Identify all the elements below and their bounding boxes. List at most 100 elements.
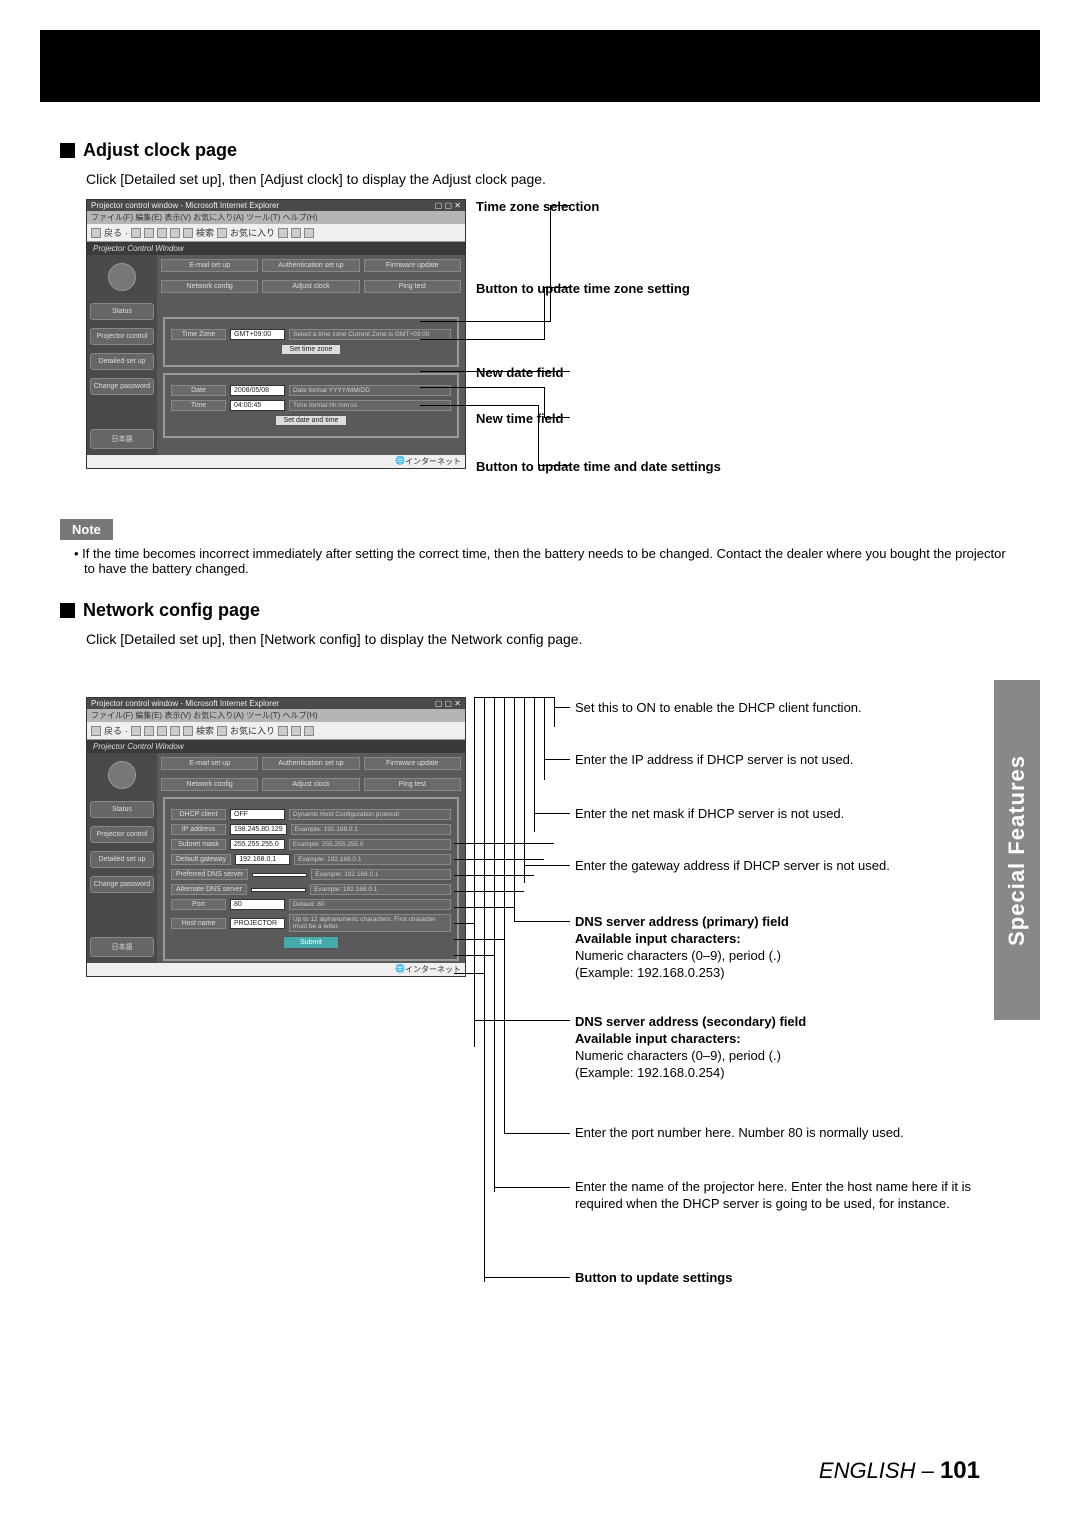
host-input[interactable]: PROJECTOR bbox=[230, 918, 285, 929]
stop-icon[interactable] bbox=[144, 228, 154, 238]
date-input[interactable]: 2008/05/08 bbox=[230, 385, 285, 396]
footer-lang: ENGLISH bbox=[819, 1458, 916, 1483]
dns1-hint: Example: 192.168.0.1 bbox=[311, 869, 451, 880]
tab-email[interactable]: E-mail set up bbox=[161, 259, 258, 272]
tab-clock[interactable]: Adjust clock bbox=[262, 280, 359, 293]
heading-text: Network config page bbox=[83, 600, 260, 621]
sidebar-item-change-password[interactable]: Change password bbox=[90, 876, 154, 893]
callout-ip: Enter the IP address if DHCP server is n… bbox=[575, 752, 995, 769]
menubar[interactable]: ファイル(F) 編集(E) 表示(V) お気に入り(A) ツール(T) ヘルプ(… bbox=[87, 211, 465, 224]
search-icon[interactable] bbox=[183, 228, 193, 238]
mail-icon[interactable] bbox=[291, 726, 301, 736]
leader-line bbox=[554, 707, 570, 708]
leader-line bbox=[504, 697, 505, 1133]
sidebar-item-projector-control[interactable]: Projector control bbox=[90, 826, 154, 843]
home-icon[interactable] bbox=[170, 726, 180, 736]
tab-ping[interactable]: Ping test bbox=[364, 280, 461, 293]
history-icon[interactable] bbox=[278, 228, 288, 238]
search-label: 検索 bbox=[196, 226, 214, 239]
gateway-input[interactable]: 192.168.0.1 bbox=[235, 854, 290, 865]
print-icon[interactable] bbox=[304, 228, 314, 238]
mail-icon[interactable] bbox=[291, 228, 301, 238]
gateway-hint: Example: 192.168.0.1 bbox=[294, 854, 451, 865]
host-hint: Up to 12 alphanumeric characters. First … bbox=[289, 914, 451, 932]
dns1-input[interactable] bbox=[252, 873, 307, 877]
menubar[interactable]: ファイル(F) 編集(E) 表示(V) お気に入り(A) ツール(T) ヘルプ(… bbox=[87, 709, 465, 722]
time-label: Time bbox=[171, 400, 226, 411]
leader-line bbox=[454, 923, 474, 924]
refresh-icon[interactable] bbox=[157, 228, 167, 238]
callout-timezone: Time zone selection bbox=[476, 199, 599, 214]
sidebar-item-projector-control[interactable]: Projector control bbox=[90, 328, 154, 345]
tab-network[interactable]: Network config bbox=[161, 778, 258, 791]
window-title: Projector control window - Microsoft Int… bbox=[91, 201, 279, 210]
stop-icon[interactable] bbox=[144, 726, 154, 736]
dns2-ex: (Example: 192.168.0.254) bbox=[575, 1065, 725, 1080]
sidebar-item-change-password[interactable]: Change password bbox=[90, 378, 154, 395]
dhcp-select[interactable]: OFF bbox=[230, 809, 285, 820]
leader-line bbox=[420, 405, 538, 406]
leader-line bbox=[454, 859, 544, 860]
window-controls-icon[interactable]: ▢ ▢ ✕ bbox=[435, 201, 461, 210]
favorites-icon[interactable] bbox=[217, 726, 227, 736]
back-icon[interactable] bbox=[91, 228, 101, 238]
print-icon[interactable] bbox=[304, 726, 314, 736]
screenshot-area-clock: Projector control window - Microsoft Int… bbox=[60, 199, 1020, 499]
leader-line bbox=[514, 697, 515, 921]
leader-line bbox=[484, 1277, 570, 1278]
forward-icon[interactable] bbox=[131, 726, 141, 736]
back-icon[interactable] bbox=[91, 726, 101, 736]
sidebar-item-status[interactable]: Status bbox=[90, 801, 154, 818]
heading-text: Adjust clock page bbox=[83, 140, 237, 161]
submit-button[interactable]: Submit bbox=[283, 936, 339, 949]
toolbar: 戻る · 検索 お気に入り bbox=[87, 722, 465, 740]
callout-mask: Enter the net mask if DHCP server is not… bbox=[575, 806, 995, 823]
tab-clock[interactable]: Adjust clock bbox=[262, 778, 359, 791]
sidebar: Status Projector control Detailed set up… bbox=[87, 255, 157, 455]
tab-auth[interactable]: Authentication set up bbox=[262, 757, 359, 770]
callout-time-field: New time field bbox=[476, 411, 563, 426]
status-text: インターネット bbox=[405, 964, 461, 975]
sidebar-item-detailed-setup[interactable]: Detailed set up bbox=[90, 851, 154, 868]
ip-input[interactable]: 198.245.80.129 bbox=[230, 824, 287, 835]
tab-firmware[interactable]: Firmware update bbox=[364, 259, 461, 272]
leader-line bbox=[484, 697, 485, 1282]
dns1-ex: (Example: 192.168.0.253) bbox=[575, 965, 725, 980]
forward-icon[interactable] bbox=[131, 228, 141, 238]
tab-email[interactable]: E-mail set up bbox=[161, 757, 258, 770]
timezone-select[interactable]: GMT+09:00 bbox=[230, 329, 285, 340]
proj-control-title: Projector Control Window bbox=[87, 740, 465, 753]
window-controls-icon[interactable]: ▢ ▢ ✕ bbox=[435, 699, 461, 708]
tab-firmware[interactable]: Firmware update bbox=[364, 757, 461, 770]
mask-input[interactable]: 255.255.255.0 bbox=[230, 839, 285, 850]
tab-auth[interactable]: Authentication set up bbox=[262, 259, 359, 272]
set-timezone-button[interactable]: Set time zone bbox=[281, 344, 342, 355]
leader-line bbox=[534, 813, 570, 814]
dhcp-label: DHCP client bbox=[171, 809, 226, 820]
sidebar-item-japanese[interactable]: 日本語 bbox=[90, 429, 154, 449]
statusbar: 🌐 インターネット bbox=[87, 963, 465, 976]
search-label: 検索 bbox=[196, 724, 214, 737]
search-icon[interactable] bbox=[183, 726, 193, 736]
sidebar-item-japanese[interactable]: 日本語 bbox=[90, 937, 154, 957]
main-content: Adjust clock page Click [Detailed set up… bbox=[60, 40, 1020, 1317]
time-input[interactable]: 04:00:45 bbox=[230, 400, 285, 411]
callout-tz-button: Button to update time zone setting bbox=[476, 281, 690, 296]
tab-ping[interactable]: Ping test bbox=[364, 778, 461, 791]
note-label: Note bbox=[60, 519, 113, 540]
screenshot-area-network: Projector control window - Microsoft Int… bbox=[60, 697, 1020, 1317]
status-globe-icon: 🌐 bbox=[395, 964, 405, 975]
home-icon[interactable] bbox=[170, 228, 180, 238]
tab-network[interactable]: Network config bbox=[161, 280, 258, 293]
tab-row1: E-mail set up Authentication set up Firm… bbox=[157, 753, 465, 774]
leader-line bbox=[524, 865, 570, 866]
refresh-icon[interactable] bbox=[157, 726, 167, 736]
dns2-input[interactable] bbox=[251, 888, 306, 892]
port-input[interactable]: 80 bbox=[230, 899, 285, 910]
sidebar-item-status[interactable]: Status bbox=[90, 303, 154, 320]
leader-line bbox=[494, 1187, 570, 1188]
sidebar-item-detailed-setup[interactable]: Detailed set up bbox=[90, 353, 154, 370]
set-datetime-button[interactable]: Set date and time bbox=[275, 415, 348, 426]
favorites-icon[interactable] bbox=[217, 228, 227, 238]
history-icon[interactable] bbox=[278, 726, 288, 736]
